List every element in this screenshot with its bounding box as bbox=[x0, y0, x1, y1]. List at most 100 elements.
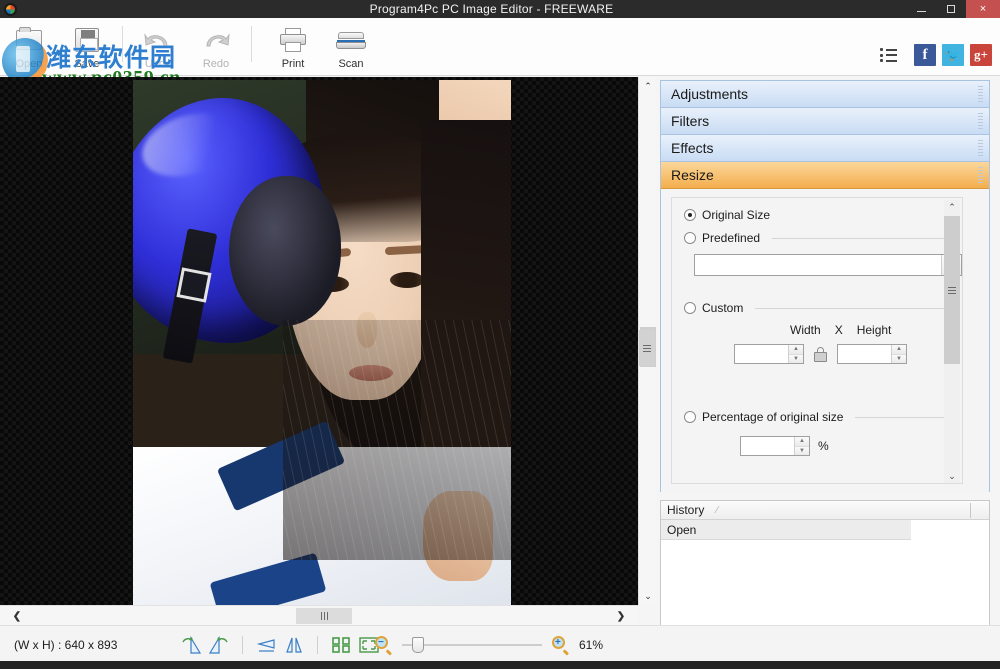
aspect-ratio-lock-icon[interactable] bbox=[814, 346, 827, 362]
window-bottom-frame bbox=[0, 661, 1000, 669]
width-stepper[interactable]: ▲ ▼ bbox=[734, 344, 804, 364]
accordion-filters[interactable]: Filters bbox=[661, 108, 989, 135]
close-button[interactable]: × bbox=[966, 0, 1000, 18]
rotate-left-icon[interactable] bbox=[208, 635, 230, 655]
percentage-stepper[interactable]: ▲ ▼ bbox=[740, 436, 810, 456]
canvas-horizontal-scrollbar[interactable]: ❮ ❯ bbox=[0, 605, 638, 625]
printer-icon bbox=[280, 23, 306, 57]
panel-scroll-thumb[interactable] bbox=[944, 216, 960, 364]
open-label: Open bbox=[15, 58, 43, 70]
original-size-radio[interactable] bbox=[684, 209, 696, 221]
zoom-controls: − + 61% bbox=[375, 636, 604, 655]
zoom-slider-knob[interactable] bbox=[412, 636, 424, 653]
status-divider bbox=[242, 635, 243, 654]
zoom-out-icon[interactable]: − bbox=[375, 636, 393, 655]
width-spinner-buttons[interactable]: ▲ ▼ bbox=[788, 345, 803, 363]
vertical-scroll-thumb[interactable] bbox=[640, 327, 656, 367]
status-bar-tools bbox=[180, 635, 380, 655]
predefined-label: Predefined bbox=[702, 231, 761, 245]
maximize-button[interactable] bbox=[936, 0, 966, 18]
tools-panel: Adjustments Filters Effects Resize Origi… bbox=[660, 80, 990, 492]
twitter-icon[interactable]: 🐦 bbox=[942, 44, 964, 66]
image-canvas[interactable] bbox=[0, 77, 638, 605]
accordion-grip-icon bbox=[978, 167, 983, 184]
history-header[interactable]: History ⁄ bbox=[661, 501, 989, 520]
zoom-level-label: 61% bbox=[579, 637, 604, 652]
history-column-separator[interactable] bbox=[970, 503, 971, 518]
history-header-label: History bbox=[667, 503, 705, 517]
minimize-button[interactable] bbox=[906, 0, 936, 18]
resize-panel-scrollbar[interactable]: ⌃ ⌄ bbox=[944, 200, 960, 483]
accordion-filters-label: Filters bbox=[671, 113, 710, 129]
facebook-icon[interactable]: f bbox=[914, 44, 936, 66]
height-label: Height bbox=[856, 323, 892, 337]
scroll-up-icon[interactable]: ⌃ bbox=[639, 77, 657, 95]
folder-open-icon bbox=[16, 23, 42, 57]
custom-label: Custom bbox=[702, 301, 744, 315]
redo-arrow-icon bbox=[201, 23, 231, 57]
redo-label: Redo bbox=[202, 58, 230, 70]
list-menu-icon[interactable] bbox=[880, 48, 898, 62]
group-rule bbox=[772, 237, 946, 239]
title-bar: Program4Pc PC Image Editor - FREEWARE × bbox=[0, 0, 1000, 18]
option-custom[interactable]: Custom bbox=[684, 301, 946, 315]
status-divider-2 bbox=[317, 635, 318, 654]
width-down-icon[interactable]: ▼ bbox=[789, 354, 803, 363]
horizontal-scroll-thumb[interactable] bbox=[296, 608, 352, 624]
width-up-icon[interactable]: ▲ bbox=[789, 345, 803, 355]
group-rule bbox=[755, 307, 946, 309]
option-original-size[interactable]: Original Size bbox=[684, 208, 942, 222]
accordion-resize[interactable]: Resize bbox=[661, 162, 989, 189]
minimize-icon bbox=[916, 11, 926, 12]
scroll-right-icon[interactable]: ❯ bbox=[612, 606, 630, 626]
main-toolbar: Open Save Undo Redo Print Scan 潍东软件园 f 🐦… bbox=[0, 18, 1000, 89]
percentage-radio[interactable] bbox=[684, 411, 696, 423]
flip-vertical-icon[interactable] bbox=[255, 635, 277, 655]
history-sort-icon: ⁄ bbox=[716, 504, 719, 516]
predefined-radio[interactable] bbox=[684, 232, 696, 244]
percentage-up-icon[interactable]: ▲ bbox=[795, 437, 809, 447]
original-size-label: Original Size bbox=[702, 208, 771, 222]
percent-sign-label: % bbox=[818, 439, 829, 453]
height-stepper[interactable]: ▲ ▼ bbox=[837, 344, 907, 364]
toolbar-divider-2 bbox=[251, 26, 252, 62]
loaded-photo[interactable] bbox=[133, 80, 511, 605]
option-percentage[interactable]: Percentage of original size bbox=[684, 410, 946, 424]
crop-icon[interactable] bbox=[330, 635, 352, 655]
scan-button[interactable]: Scan bbox=[322, 18, 380, 76]
save-button[interactable]: Save bbox=[58, 18, 116, 76]
history-item-open[interactable]: Open bbox=[661, 520, 911, 540]
predefined-size-combo[interactable]: ▼ bbox=[694, 254, 962, 276]
open-button[interactable]: Open bbox=[0, 18, 58, 76]
percentage-label: Percentage of original size bbox=[702, 410, 844, 424]
print-button[interactable]: Print bbox=[264, 18, 322, 76]
scroll-left-icon[interactable]: ❮ bbox=[8, 606, 26, 626]
google-plus-icon[interactable]: g+ bbox=[970, 44, 992, 66]
panel-scroll-down-icon[interactable]: ⌄ bbox=[944, 469, 960, 483]
rotate-right-icon[interactable] bbox=[180, 635, 202, 655]
percentage-field-row: ▲ ▼ % bbox=[740, 436, 829, 456]
option-predefined[interactable]: Predefined bbox=[684, 231, 946, 245]
zoom-slider[interactable] bbox=[402, 636, 542, 653]
flip-horizontal-icon[interactable] bbox=[283, 635, 305, 655]
canvas-vertical-scrollbar[interactable]: ⌃ ⌄ bbox=[638, 77, 656, 605]
height-spinner-buttons[interactable]: ▲ ▼ bbox=[891, 345, 906, 363]
window-title: Program4Pc PC Image Editor - FREEWARE bbox=[369, 2, 614, 16]
height-up-icon[interactable]: ▲ bbox=[892, 345, 906, 355]
accordion-adjustments[interactable]: Adjustments bbox=[661, 81, 989, 108]
redo-button[interactable]: Redo bbox=[187, 18, 245, 76]
image-editor-window: Program4Pc PC Image Editor - FREEWARE × … bbox=[0, 0, 1000, 669]
zoom-in-icon[interactable]: + bbox=[552, 636, 570, 655]
percentage-spinner-buttons[interactable]: ▲ ▼ bbox=[794, 437, 809, 455]
scroll-down-icon[interactable]: ⌄ bbox=[639, 587, 657, 605]
custom-radio[interactable] bbox=[684, 302, 696, 314]
undo-button[interactable]: Undo bbox=[129, 18, 187, 76]
height-down-icon[interactable]: ▼ bbox=[892, 354, 906, 363]
accordion-effects[interactable]: Effects bbox=[661, 135, 989, 162]
print-label: Print bbox=[281, 58, 305, 70]
percentage-down-icon[interactable]: ▼ bbox=[795, 446, 809, 455]
maximize-icon bbox=[947, 5, 955, 13]
panel-scroll-up-icon[interactable]: ⌃ bbox=[944, 200, 960, 214]
accordion-resize-label: Resize bbox=[671, 167, 714, 183]
width-label: Width bbox=[790, 323, 821, 337]
